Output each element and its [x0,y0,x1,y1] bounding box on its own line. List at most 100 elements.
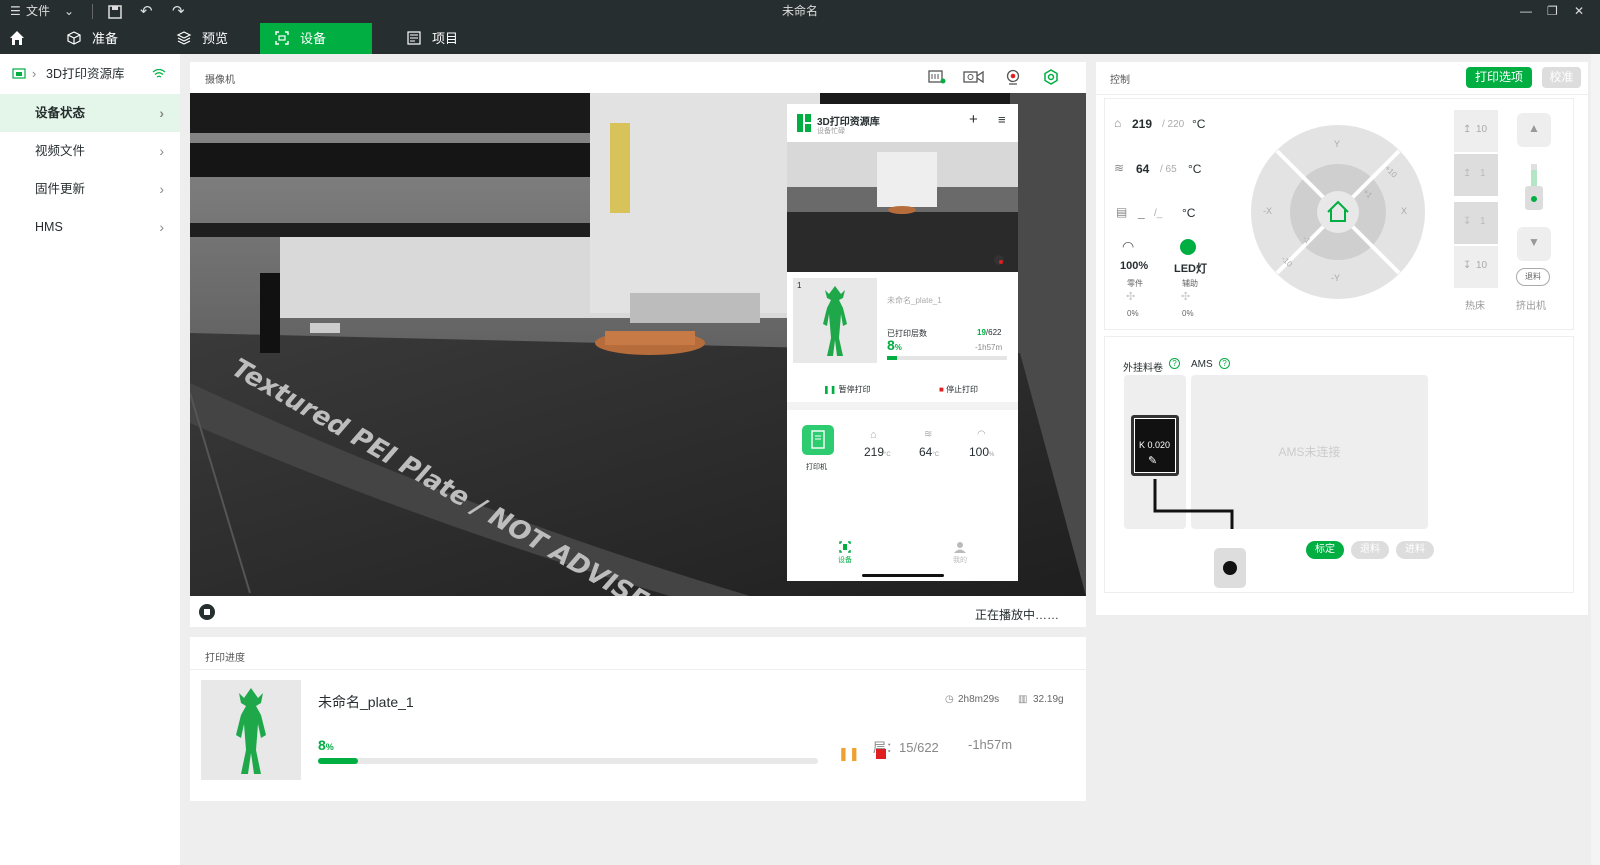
camera-panel-title: 摄像机 [205,75,235,86]
nav-me-icon [954,540,966,553]
sidebar-item-label: 视频文件 [35,144,86,158]
progress-percent: 8% [318,737,334,753]
total-print-time: 2h8m29s [958,694,1000,705]
app-camera-thumbnail [787,142,1018,272]
page-scrollbar[interactable] [1591,54,1600,865]
stop-icon [204,609,210,615]
help-icon[interactable]: ? [1219,358,1230,369]
minimize-icon[interactable]: — [1520,0,1532,23]
menu-icon: ≡ [998,112,1006,127]
bed-temp[interactable]: 64 [1136,162,1149,176]
external-spool-filament[interactable]: K 0.020 ✎ [1131,415,1179,476]
device-icon [275,31,289,45]
triangle-up-icon: ▲ [1528,121,1540,135]
pause-print-button[interactable]: ❚❚ [838,746,860,762]
extruder-down-button[interactable]: ▼ [1517,227,1551,261]
save-icon[interactable] [108,0,122,23]
nozzle-temp[interactable]: 219 [1132,117,1152,131]
percent-value: 8 [887,337,895,353]
nozzle-icon: ⌂ [870,429,877,441]
sd-card-icon[interactable] [928,69,946,90]
control-panel-title: 控制 [1110,75,1130,86]
sidebar-item-firmware-update[interactable]: 固件更新 › [0,170,180,208]
aux-fan-value[interactable]: 0% [1182,309,1194,318]
tab-label: 项目 [432,31,459,46]
undo-icon[interactable]: ↶ [140,0,153,23]
bed-up-1-button[interactable]: ↥ 1 [1454,154,1498,196]
divider [787,402,1018,410]
extruder-graphic [1522,164,1546,222]
progress-panel-title: 打印进度 [205,653,245,664]
printer-icon [12,68,26,79]
part-fan-value[interactable]: 0% [1127,309,1139,318]
wifi-icon [152,69,166,78]
menu-icon[interactable]: ☰ [10,0,21,23]
restore-icon[interactable]: ❐ [1547,0,1558,23]
help-icon[interactable]: ? [1169,358,1180,369]
bed-down-10-button[interactable]: ↧ 10 [1454,246,1498,288]
home-icon[interactable] [8,29,26,52]
chamber-temp: _ [1138,206,1145,220]
axis-jog-pad[interactable]: Y -Y X -X +10 +1 -1 -10 [1251,125,1425,299]
close-icon[interactable]: ✕ [1574,0,1584,23]
printer-name: 3D打印资源库 [46,67,125,81]
project-icon [407,31,421,45]
tab-prepare[interactable]: 准备 [52,23,174,54]
bed-up-10-button[interactable]: ↥ 10 [1454,110,1498,152]
sidebar-item-hms[interactable]: HMS › [0,208,180,246]
unload-filament-button[interactable]: 退料 [1351,541,1389,559]
tab-label: 准备 [92,31,119,46]
load-filament-button[interactable]: 进料 [1396,541,1434,559]
calibrate-filament-button[interactable]: 标定 [1306,541,1344,559]
app-plate-thumbnail: 1 [793,278,877,363]
stop-stream-button[interactable] [199,604,215,620]
sidebar-item-label: HMS [35,220,63,234]
file-menu-label[interactable]: 文件 [26,0,50,23]
chevron-right-icon: › [159,105,164,121]
bed-down-1-button[interactable]: ↧ 1 [1454,202,1498,244]
app-remaining-time: -1h57m [975,343,1003,352]
camera-settings-icon[interactable] [1043,69,1059,90]
ams-label: AMS [1191,359,1213,370]
weight-icon: ▥ [1018,694,1028,705]
jog-x-label: X [1401,206,1408,216]
print-options-button[interactable]: 打印选项 [1466,67,1532,88]
jog-neg-x-label: -X [1263,206,1272,216]
layer-count: 15/622 [899,740,939,755]
webcam-icon[interactable] [1005,69,1021,90]
printer-selector[interactable]: › 3D打印资源库 [0,54,180,94]
app-pause-button: ❚❚ 暂停打印 [823,384,871,395]
extruder-up-button[interactable]: ▲ [1517,113,1551,147]
chevron-right-icon: › [159,143,164,159]
app-speed: 100% [969,445,994,459]
stop-print-button[interactable] [876,749,886,759]
arrow-up-icon: ↥ [1463,168,1472,179]
divider [190,669,1086,670]
record-video-icon[interactable] [963,69,985,90]
temp-unit: °C [1182,206,1196,220]
speed-unit: % [989,452,995,458]
extruder-retract-button[interactable]: 退料 [1516,268,1550,286]
add-icon: + [969,111,978,128]
app-logo-icon [797,114,811,132]
layers-done: 19 [977,328,986,337]
chevron-down-icon[interactable]: ⌄ [64,0,74,23]
home-axes-button[interactable] [1317,191,1359,233]
speed-value: 100 [969,445,990,459]
tab-project[interactable]: 项目 [392,23,492,54]
edit-icon: ✎ [1148,455,1158,467]
tab-preview[interactable]: 预览 [162,23,262,54]
led-bulb-icon[interactable] [1180,239,1196,255]
bed-target-temp: / 65 [1160,164,1177,175]
sidebar-item-device-status[interactable]: 设备状态 › [0,94,180,132]
app-nozzle-temp: 219°C [864,445,891,459]
print-speed[interactable]: 100% [1120,260,1148,272]
ams-status: AMS未连接 [1278,445,1341,459]
tab-label: 预览 [202,31,229,46]
tab-device[interactable]: 设备 [260,23,372,54]
redo-icon[interactable]: ↷ [172,0,185,23]
chevron-right-icon: › [159,219,164,235]
camera-feed[interactable]: Textured PEI Plate / NOT ADVISED 3D打印资源库… [190,93,1086,596]
calibrate-button[interactable]: 校准 [1542,67,1581,88]
sidebar-item-video-files[interactable]: 视频文件 › [0,132,180,170]
